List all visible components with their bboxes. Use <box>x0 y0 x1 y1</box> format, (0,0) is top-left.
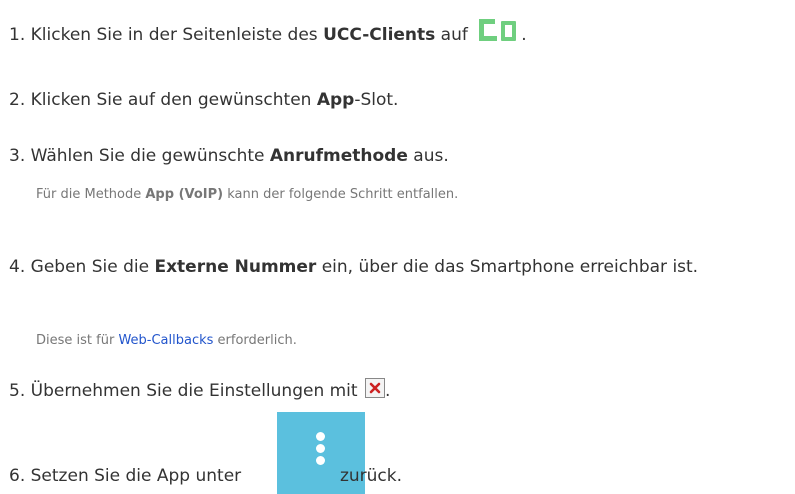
step-text: . <box>384 381 391 401</box>
step-4: 4. Geben Sie die Externe Nummer ein, übe… <box>9 256 698 278</box>
step-text: . <box>521 25 527 45</box>
step-text: Wählen Sie die gewünschte <box>30 146 270 166</box>
step-text: Setzen Sie die App unter <box>30 466 247 486</box>
close-icon <box>364 378 385 398</box>
step-text: ein, über die das Smartphone erreichbar … <box>316 257 699 277</box>
step-number: 3. <box>9 146 26 166</box>
note-text: Für die Methode <box>36 187 146 202</box>
step-emphasis: UCC-Clients <box>323 25 436 45</box>
web-callbacks-link[interactable]: Web-Callbacks <box>118 333 213 348</box>
kebab-menu-icon <box>316 456 325 465</box>
note-voip: Für die Methode App (VoIP) kann der folg… <box>36 186 458 204</box>
note-callbacks: Diese ist für Web-Callbacks erforderlich… <box>36 332 297 350</box>
step-text: -Slot. <box>354 90 399 110</box>
step-3: 3. Wählen Sie die gewünschte Anrufmethod… <box>9 145 449 167</box>
step-2: 2. Klicken Sie auf den gewünschten App-S… <box>9 89 398 111</box>
kebab-menu-icon <box>316 444 325 453</box>
step-number: 5. <box>9 381 26 401</box>
step-number: 4. <box>9 257 26 277</box>
step-number: 2. <box>9 90 26 110</box>
step-number: 6. <box>9 466 26 486</box>
step-text: Geben Sie die <box>30 257 155 277</box>
step-text: Klicken Sie auf den gewünschten <box>30 90 317 110</box>
step-text: Übernehmen Sie die Einstellungen mit <box>30 381 363 401</box>
note-text: kann der folgende Schritt entfallen. <box>223 187 459 202</box>
step-1: 1. Klicken Sie in der Seitenleiste des U… <box>9 19 527 47</box>
step-emphasis: App <box>316 90 355 110</box>
step-text: auf <box>435 25 474 45</box>
note-text: Diese ist für <box>36 333 119 348</box>
step-text: Klicken Sie in der Seitenleiste des <box>30 25 324 45</box>
step-6: 6. Setzen Sie die App unter zurück. <box>9 465 402 487</box>
note-emphasis: App (VoIP) <box>145 187 224 202</box>
step-number: 1. <box>9 25 26 45</box>
step-emphasis: Anrufmethode <box>269 146 408 166</box>
kebab-menu-icon <box>316 432 325 441</box>
step-text: aus. <box>407 146 449 166</box>
step-5: 5. Übernehmen Sie die Einstellungen mit … <box>9 378 391 402</box>
devices-icon <box>479 19 517 41</box>
step-text: zurück. <box>334 466 403 486</box>
step-emphasis: Externe Nummer <box>154 257 317 277</box>
note-text: erforderlich. <box>213 333 297 348</box>
